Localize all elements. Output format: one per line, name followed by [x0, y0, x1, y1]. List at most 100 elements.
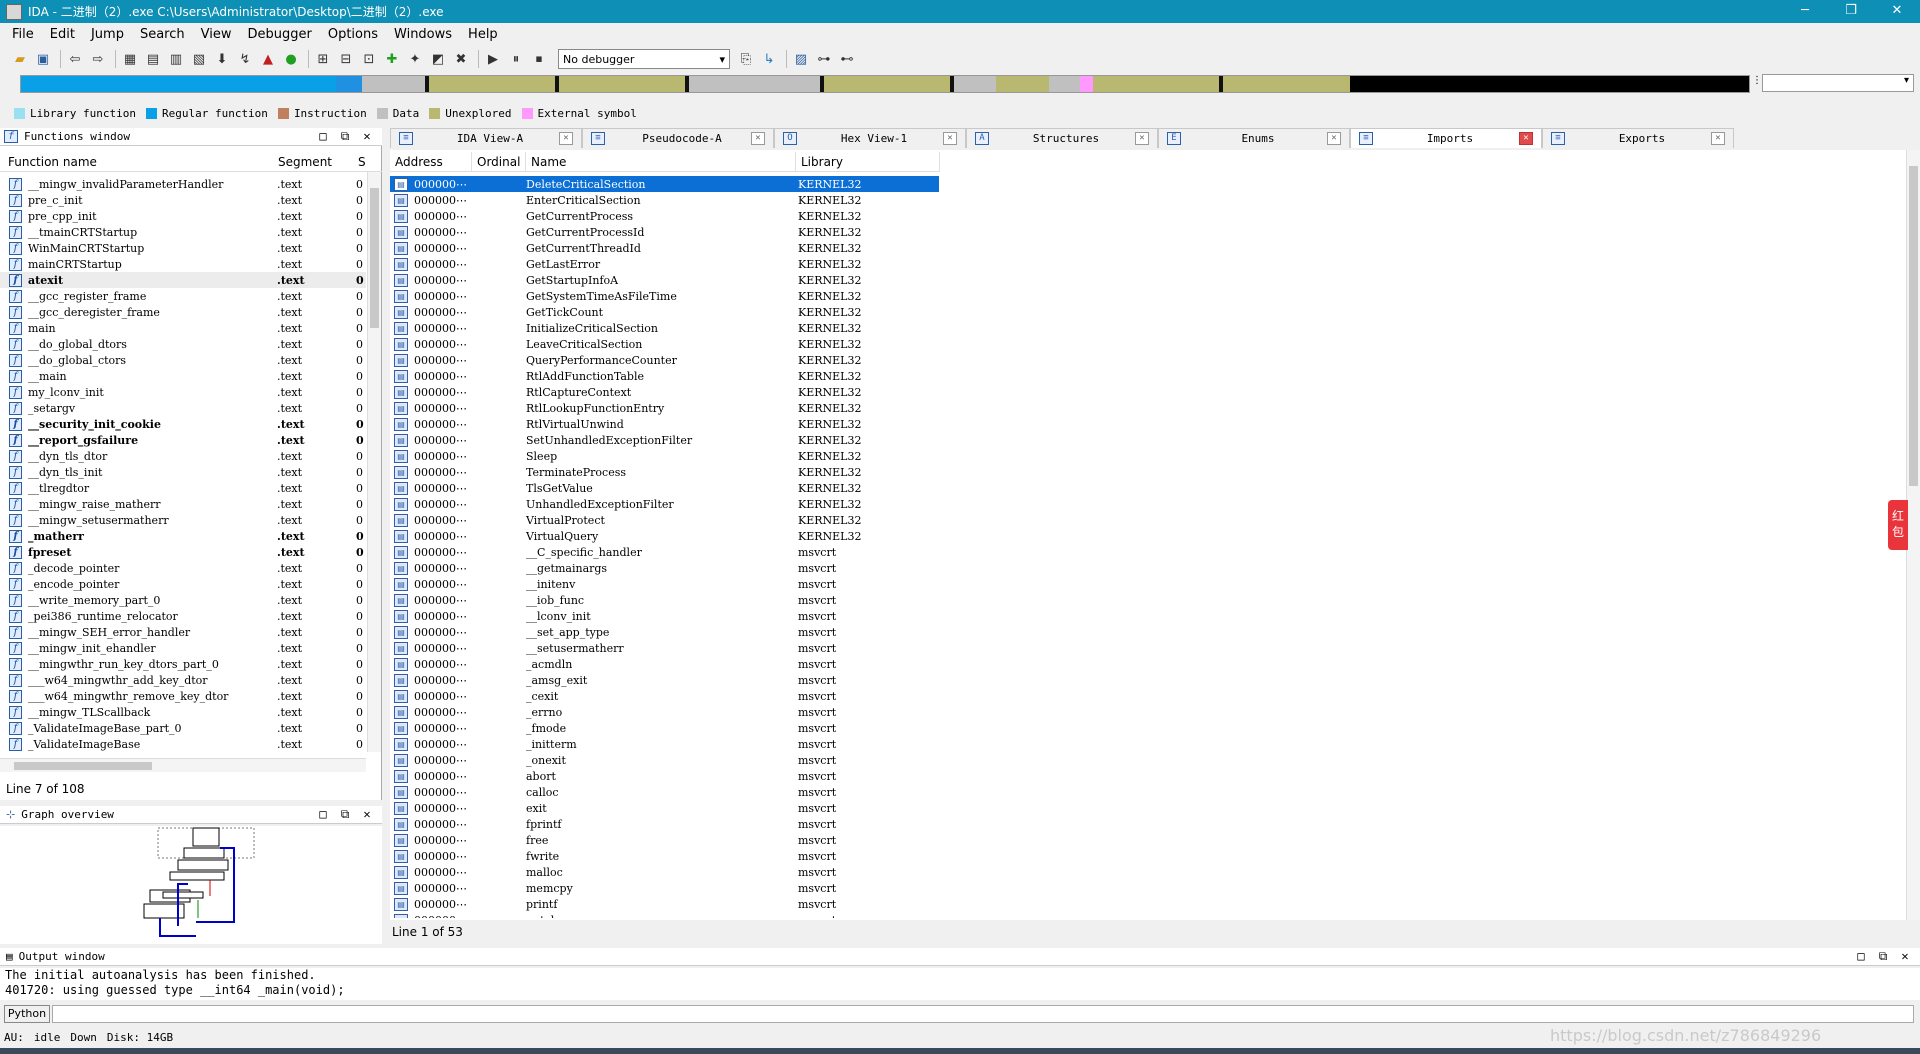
function-row[interactable]: f __tlregdtor .text 0 [0, 480, 366, 496]
import-row[interactable]: ▤ 000000⋯ GetLastError KERNEL32 [390, 256, 1905, 272]
function-row[interactable]: f __do_global_dtors .text 0 [0, 336, 366, 352]
function-row[interactable]: f __gcc_deregister_frame .text 0 [0, 304, 366, 320]
call-graph-icon[interactable]: ⊷ [837, 49, 857, 69]
function-row[interactable]: f main .text 0 [0, 320, 366, 336]
navigation-band-dropdown[interactable]: ▾ [1762, 74, 1914, 92]
plugin-icon[interactable]: ✦ [405, 49, 425, 69]
scrollbar-thumb[interactable] [14, 762, 152, 770]
import-row[interactable]: ▤ 000000⋯ free msvcrt [390, 832, 1905, 848]
tab-close-icon[interactable]: ✕ [751, 132, 765, 145]
function-row[interactable]: f __mingw_invalidParameterHandler .text 0 [0, 176, 366, 192]
tab-close-icon[interactable]: ✕ [1327, 132, 1341, 145]
flow-chart-icon[interactable]: ⊶ [814, 49, 834, 69]
structs-icon[interactable]: ⊟ [336, 49, 356, 69]
menu-view[interactable]: View [193, 27, 240, 42]
import-row[interactable]: ▤ 000000⋯ fprintf msvcrt [390, 816, 1905, 832]
function-row[interactable]: f __mingw_SEH_error_handler .text 0 [0, 624, 366, 640]
side-red-envelope-badge[interactable]: 红包 [1888, 500, 1908, 550]
menu-help[interactable]: Help [460, 27, 506, 42]
import-row[interactable]: ▤ 000000⋯ TlsGetValue KERNEL32 [390, 480, 1905, 496]
menu-edit[interactable]: Edit [42, 27, 83, 42]
import-row[interactable]: ▤ 000000⋯ putcharmsvcrt [390, 912, 1905, 918]
tab-close-icon[interactable]: ✕ [1711, 132, 1725, 145]
tab-close-icon[interactable]: ✕ [559, 132, 573, 145]
minimize-button[interactable]: ─ [1782, 0, 1828, 23]
import-row[interactable]: ▤ 000000⋯ __C_specific_handler msvcrt [390, 544, 1905, 560]
import-row[interactable]: ▤ 000000⋯ _amsg_exit msvcrt [390, 672, 1905, 688]
import-row[interactable]: ▤ 000000⋯ abort msvcrt [390, 768, 1905, 784]
functions-horizontal-scrollbar[interactable] [0, 758, 366, 772]
column-start[interactable]: S [358, 155, 372, 169]
function-row[interactable]: f __main .text 0 [0, 368, 366, 384]
stop-debug-icon[interactable]: ⏹ [529, 49, 549, 69]
nav-back-icon[interactable]: ⇦ [65, 49, 85, 69]
import-row[interactable]: ▤ 000000⋯ printf msvcrt [390, 896, 1905, 912]
download-icon[interactable]: ⬇ [212, 49, 232, 69]
import-row[interactable]: ▤ 000000⋯ GetCurrentProcessId KERNEL32 [390, 224, 1905, 240]
tab-enums[interactable]: E Enums ✕ [1158, 128, 1350, 148]
import-row[interactable]: ▤ 000000⋯ malloc msvcrt [390, 864, 1905, 880]
import-row[interactable]: ▤ 000000⋯ __lconv_init msvcrt [390, 608, 1905, 624]
function-row[interactable]: f ___w64_mingwthr_remove_key_dtor .text 0 [0, 688, 366, 704]
add-func-icon[interactable]: ✚ [382, 49, 402, 69]
import-row[interactable]: ▤ 000000⋯ Sleep KERNEL32 [390, 448, 1905, 464]
pane-maximize-icon[interactable]: □ [312, 129, 334, 144]
function-row[interactable]: f _pei386_runtime_relocator .text 0 [0, 608, 366, 624]
column-ordinal[interactable]: Ordinal [472, 151, 526, 172]
import-row[interactable]: ▤ 000000⋯ __iob_func msvcrt [390, 592, 1905, 608]
enum-icon[interactable]: ⊡ [359, 49, 379, 69]
function-row[interactable]: f __mingw_init_ehandler .text 0 [0, 640, 366, 656]
python-command-input[interactable] [52, 1005, 1914, 1023]
function-row[interactable]: f __dyn_tls_dtor .text 0 [0, 448, 366, 464]
pane-float-icon[interactable]: ⧉ [1872, 949, 1894, 964]
import-row[interactable]: ▤ 000000⋯ __initenv msvcrt [390, 576, 1905, 592]
function-row[interactable]: f mainCRTStartup .text 0 [0, 256, 366, 272]
import-row[interactable]: ▤ 000000⋯ calloc msvcrt [390, 784, 1905, 800]
import-row[interactable]: ▤ 000000⋯ _errno msvcrt [390, 704, 1905, 720]
import-row[interactable]: ▤ 000000⋯ exit msvcrt [390, 800, 1905, 816]
nav-forward-icon[interactable]: ⇨ [88, 49, 108, 69]
import-row[interactable]: ▤ 000000⋯ SetUnhandledExceptionFilter KERNE… [390, 432, 1905, 448]
function-row[interactable]: f __mingw_raise_matherr .text 0 [0, 496, 366, 512]
import-row[interactable]: ▤ 000000⋯ RtlAddFunctionTable KERNEL32 [390, 368, 1905, 384]
open-file-icon[interactable]: ▰ [10, 49, 30, 69]
tab-ida-view-a[interactable]: ≡ IDA View-A ✕ [390, 128, 582, 148]
jump-binary-icon[interactable]: ▦ [120, 49, 140, 69]
function-row[interactable]: f __report_gsfailure .text 0 [0, 432, 366, 448]
jump-text-icon[interactable]: ▤ [143, 49, 163, 69]
pane-float-icon[interactable]: ⧉ [334, 807, 356, 822]
function-row[interactable]: f _encode_pointer .text 0 [0, 576, 366, 592]
import-row[interactable]: ▤ 000000⋯ RtlLookupFunctionEntry KERNEL32 [390, 400, 1905, 416]
column-library[interactable]: Library [796, 151, 940, 172]
trace-icon[interactable]: ⎘ [736, 49, 756, 69]
assemble-icon[interactable]: ▲ [258, 49, 278, 69]
functions-vertical-scrollbar[interactable] [367, 172, 381, 752]
import-row[interactable]: ▤ 000000⋯ UnhandledExceptionFilter KERNEL32 [390, 496, 1905, 512]
import-row[interactable]: ▤ 000000⋯ LeaveCriticalSection KERNEL32 [390, 336, 1905, 352]
import-row[interactable]: ▤ 000000⋯ GetCurrentProcess KERNEL32 [390, 208, 1905, 224]
import-row[interactable]: ▤ 000000⋯ GetStartupInfoA KERNEL32 [390, 272, 1905, 288]
pane-close-icon[interactable]: ✕ [356, 807, 378, 822]
menu-windows[interactable]: Windows [386, 27, 460, 42]
import-row[interactable]: ▤ 000000⋯ RtlCaptureContext KERNEL32 [390, 384, 1905, 400]
function-row[interactable]: f __security_init_cookie .text 0 [0, 416, 366, 432]
import-row[interactable]: ▤ 000000⋯ _initterm msvcrt [390, 736, 1905, 752]
scrollbar-thumb[interactable] [1909, 166, 1918, 486]
pause-debug-icon[interactable]: ⏸ [506, 49, 526, 69]
pane-close-icon[interactable]: ✕ [1894, 949, 1916, 964]
function-row[interactable]: f _matherr .text 0 [0, 528, 366, 544]
tab-close-icon[interactable]: ✕ [943, 132, 957, 145]
import-row[interactable]: ▤ 000000⋯ InitializeCriticalSection KERNEL3… [390, 320, 1905, 336]
tab-close-icon[interactable]: ✕ [1519, 132, 1533, 145]
delete-icon[interactable]: ✖ [451, 49, 471, 69]
column-segment[interactable]: Segment [278, 155, 358, 169]
import-row[interactable]: ▤ 000000⋯ __set_app_type msvcrt [390, 624, 1905, 640]
column-function-name[interactable]: Function name [0, 155, 278, 169]
jump-data-icon[interactable]: ▥ [166, 49, 186, 69]
python-language-button[interactable]: Python [4, 1005, 50, 1023]
function-row[interactable]: f _ValidateImageBase_part_0 .text 0 [0, 720, 366, 736]
navigation-band[interactable] [20, 75, 1750, 93]
function-row[interactable]: f __tmainCRTStartup .text 0 [0, 224, 366, 240]
pane-maximize-icon[interactable]: □ [1850, 949, 1872, 964]
function-row[interactable]: f WinMainCRTStartup .text 0 [0, 240, 366, 256]
